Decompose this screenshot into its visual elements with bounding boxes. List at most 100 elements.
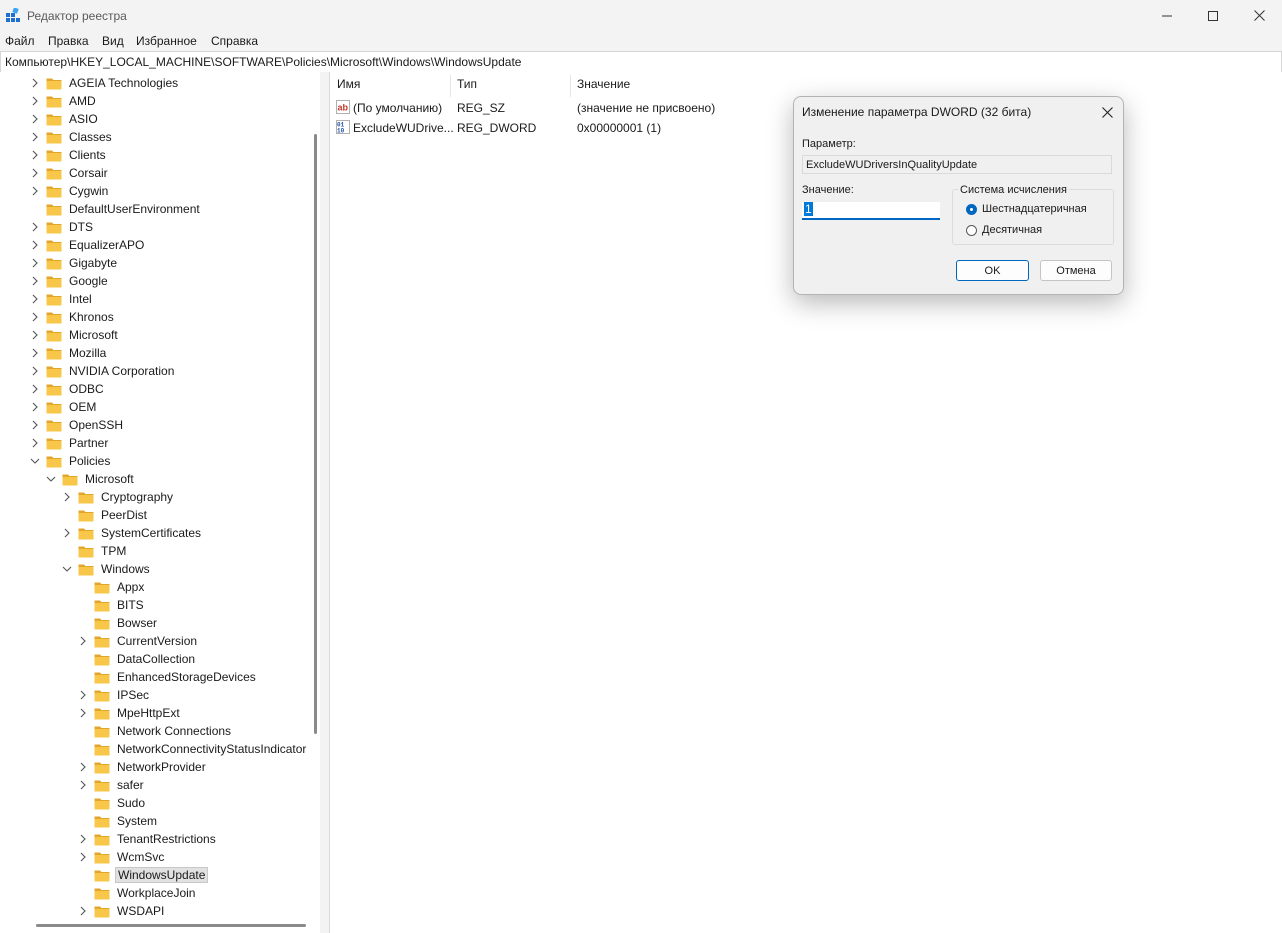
tree-item[interactable]: Clients xyxy=(30,146,108,164)
chevron-right-icon[interactable] xyxy=(30,128,40,146)
chevron-right-icon[interactable] xyxy=(30,362,40,380)
tree-item[interactable]: IPSec xyxy=(78,686,151,704)
value-row[interactable]: 01 10 ExcludeWUDrive... REG_DWORD 0x0000… xyxy=(330,118,790,138)
tree-item[interactable]: MpeHttpExt xyxy=(78,704,182,722)
chevron-right-icon[interactable] xyxy=(30,326,40,344)
value-row[interactable]: ab (По умолчанию) REG_SZ (значение не пр… xyxy=(330,98,790,118)
tree-item[interactable]: Mozilla xyxy=(30,344,108,362)
tree-item[interactable]: DataCollection xyxy=(78,650,197,668)
tree-item[interactable]: Google xyxy=(30,272,110,290)
tree-item[interactable]: Cryptography xyxy=(62,488,175,506)
column-header-value[interactable]: Значение xyxy=(577,77,630,91)
chevron-right-icon[interactable] xyxy=(30,182,40,200)
chevron-right-icon[interactable] xyxy=(30,92,40,110)
chevron-right-icon[interactable] xyxy=(30,380,40,398)
chevron-right-icon[interactable] xyxy=(30,398,40,416)
chevron-down-icon[interactable] xyxy=(46,470,56,488)
tree-item[interactable]: CurrentVersion xyxy=(78,632,199,650)
tree-item[interactable]: AGEIA Technologies xyxy=(30,74,180,92)
tree-item[interactable]: ASIO xyxy=(30,110,100,128)
tree-item[interactable]: SystemCertificates xyxy=(62,524,203,542)
tree-item[interactable]: NetworkProvider xyxy=(78,758,208,776)
column-header-type[interactable]: Тип xyxy=(457,77,477,91)
menu-file[interactable]: Файл xyxy=(5,34,35,48)
tree-item[interactable]: BITS xyxy=(78,596,146,614)
chevron-right-icon[interactable] xyxy=(30,272,40,290)
column-separator[interactable] xyxy=(450,75,451,97)
chevron-right-icon[interactable] xyxy=(30,254,40,272)
chevron-right-icon[interactable] xyxy=(30,74,40,92)
chevron-right-icon[interactable] xyxy=(62,524,72,542)
tree-item[interactable]: Microsoft xyxy=(30,326,120,344)
tree-item[interactable]: Windows xyxy=(62,560,152,578)
chevron-right-icon[interactable] xyxy=(30,164,40,182)
tree-item[interactable]: PeerDist xyxy=(62,506,149,524)
address-bar[interactable]: Компьютер\HKEY_LOCAL_MACHINE\SOFTWARE\Po… xyxy=(0,51,1282,73)
chevron-right-icon[interactable] xyxy=(30,110,40,128)
tree-item[interactable]: Partner xyxy=(30,434,110,452)
column-header-name[interactable]: Имя xyxy=(337,77,360,91)
chevron-right-icon[interactable] xyxy=(30,218,40,236)
tree-item[interactable]: WSDAPI xyxy=(78,902,166,920)
key-tree[interactable]: AGEIA Technologies AMD ASIO Classes Clients C… xyxy=(0,72,320,933)
tree-item[interactable]: Microsoft xyxy=(46,470,136,488)
menu-view[interactable]: Вид xyxy=(102,34,124,48)
cancel-button[interactable]: Отмена xyxy=(1040,260,1112,281)
tree-item[interactable]: OEM xyxy=(30,398,98,416)
menu-help[interactable]: Справка xyxy=(211,34,258,48)
tree-item[interactable]: Cygwin xyxy=(30,182,110,200)
tree-item[interactable]: Classes xyxy=(30,128,114,146)
tree-item[interactable]: AMD xyxy=(30,92,98,110)
tree-item[interactable]: Corsair xyxy=(30,164,110,182)
tree-item[interactable]: Network Connections xyxy=(78,722,233,740)
tree-vertical-scrollbar[interactable] xyxy=(314,134,317,734)
tree-item[interactable]: System xyxy=(78,812,159,830)
tree-horizontal-scrollbar[interactable] xyxy=(36,924,306,927)
pane-splitter[interactable] xyxy=(320,72,329,933)
chevron-right-icon[interactable] xyxy=(30,434,40,452)
tree-item[interactable]: Sudo xyxy=(78,794,147,812)
address-path[interactable]: Компьютер\HKEY_LOCAL_MACHINE\SOFTWARE\Po… xyxy=(5,55,521,69)
chevron-right-icon[interactable] xyxy=(78,776,88,794)
value-data-input[interactable]: 1 xyxy=(802,202,940,220)
minimize-button[interactable] xyxy=(1144,0,1190,31)
chevron-right-icon[interactable] xyxy=(78,686,88,704)
tree-item[interactable]: DefaultUserEnvironment xyxy=(30,200,202,218)
chevron-right-icon[interactable] xyxy=(78,902,88,920)
chevron-right-icon[interactable] xyxy=(78,704,88,722)
chevron-right-icon[interactable] xyxy=(30,290,40,308)
chevron-right-icon[interactable] xyxy=(78,632,88,650)
tree-item[interactable]: DTS xyxy=(30,218,95,236)
chevron-down-icon[interactable] xyxy=(62,560,72,578)
column-separator[interactable] xyxy=(570,75,571,97)
menu-favorites[interactable]: Избранное xyxy=(136,34,197,48)
tree-item[interactable]: WcmSvc xyxy=(78,848,166,866)
tree-item[interactable]: OpenSSH xyxy=(30,416,125,434)
chevron-right-icon[interactable] xyxy=(30,308,40,326)
tree-item[interactable]: NetworkConnectivityStatusIndicator xyxy=(78,740,308,758)
dialog-close-button[interactable] xyxy=(1097,102,1117,122)
tree-item[interactable]: WindowsUpdate xyxy=(78,866,209,884)
radio-dec[interactable] xyxy=(966,224,977,236)
close-button[interactable] xyxy=(1236,0,1282,31)
tree-item[interactable]: WorkplaceJoin xyxy=(78,884,197,902)
tree-item[interactable]: NVIDIA Corporation xyxy=(30,362,176,380)
tree-item[interactable]: EnhancedStorageDevices xyxy=(78,668,258,686)
radix-hex-option[interactable]: Шестнадцатеричная xyxy=(966,203,1087,215)
chevron-right-icon[interactable] xyxy=(30,344,40,362)
tree-item[interactable]: ODBC xyxy=(30,380,106,398)
tree-item[interactable]: TPM xyxy=(62,542,128,560)
tree-item[interactable]: Intel xyxy=(30,290,94,308)
tree-item[interactable]: EqualizerAPO xyxy=(30,236,146,254)
chevron-right-icon[interactable] xyxy=(62,488,72,506)
tree-item[interactable]: Policies xyxy=(30,452,112,470)
chevron-right-icon[interactable] xyxy=(30,416,40,434)
chevron-right-icon[interactable] xyxy=(78,848,88,866)
tree-item[interactable]: safer xyxy=(78,776,146,794)
chevron-right-icon[interactable] xyxy=(30,146,40,164)
chevron-right-icon[interactable] xyxy=(78,830,88,848)
chevron-down-icon[interactable] xyxy=(30,452,40,470)
tree-item[interactable]: Khronos xyxy=(30,308,116,326)
maximize-button[interactable] xyxy=(1190,0,1236,31)
ok-button[interactable]: OK xyxy=(956,260,1029,281)
